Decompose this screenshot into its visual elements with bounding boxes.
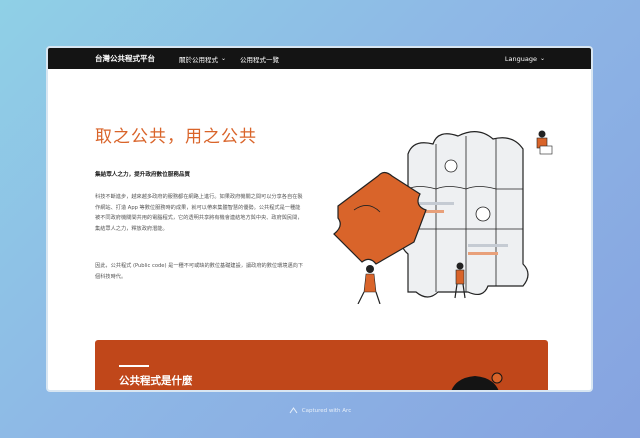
chevron-down-icon: ⌄ bbox=[221, 55, 227, 62]
site-brand[interactable]: 台灣公共程式平台 bbox=[95, 53, 155, 64]
hero-section: 取之公共，用之公共 集結眾人之力，提升政府數位服務品質 科技不斷進步，越來越多政… bbox=[48, 69, 591, 337]
nav-about-public-code[interactable]: 關於公用程式 ⌄ bbox=[179, 54, 226, 64]
puzzle-illustration bbox=[333, 130, 553, 304]
top-navbar: 台灣公共程式平台 關於公用程式 ⌄ 公用程式一覽 Language ⌄ bbox=[48, 48, 591, 69]
nav-public-code-list[interactable]: 公用程式一覽 bbox=[240, 54, 279, 64]
what-is-public-code-section: 公共程式是什麼 bbox=[95, 340, 548, 390]
language-selector[interactable]: Language ⌄ bbox=[505, 55, 545, 63]
browser-window: 台灣公共程式平台 關於公用程式 ⌄ 公用程式一覽 Language ⌄ 取之公共… bbox=[46, 46, 593, 392]
hero-paragraph-2: 因此，公共程式 (Public code) 是一種不可或缺的數位基礎建設，讓政府… bbox=[95, 263, 304, 280]
section-title: 公共程式是什麼 bbox=[119, 375, 193, 387]
hero-subtitle: 集結眾人之力，提升政府數位服務品質 bbox=[95, 172, 191, 178]
section-divider bbox=[119, 365, 149, 367]
nav-list-label: 公用程式一覽 bbox=[240, 55, 280, 64]
chevron-down-icon: ⌄ bbox=[539, 55, 545, 62]
section-illustration bbox=[451, 372, 503, 390]
nav-about-label: 關於公用程式 bbox=[179, 55, 218, 64]
language-label: Language bbox=[504, 54, 537, 63]
arc-icon bbox=[289, 407, 298, 414]
hero-paragraph-1: 科技不斷進步，越來越多政府的服務都在網路上進行。如果政府機關之間可以分享各自在製… bbox=[95, 194, 303, 233]
hero-title: 取之公共，用之公共 bbox=[95, 127, 257, 147]
capture-footer: Captured with Arc bbox=[0, 407, 640, 414]
captured-with-arc: Captured with Arc bbox=[301, 407, 352, 414]
